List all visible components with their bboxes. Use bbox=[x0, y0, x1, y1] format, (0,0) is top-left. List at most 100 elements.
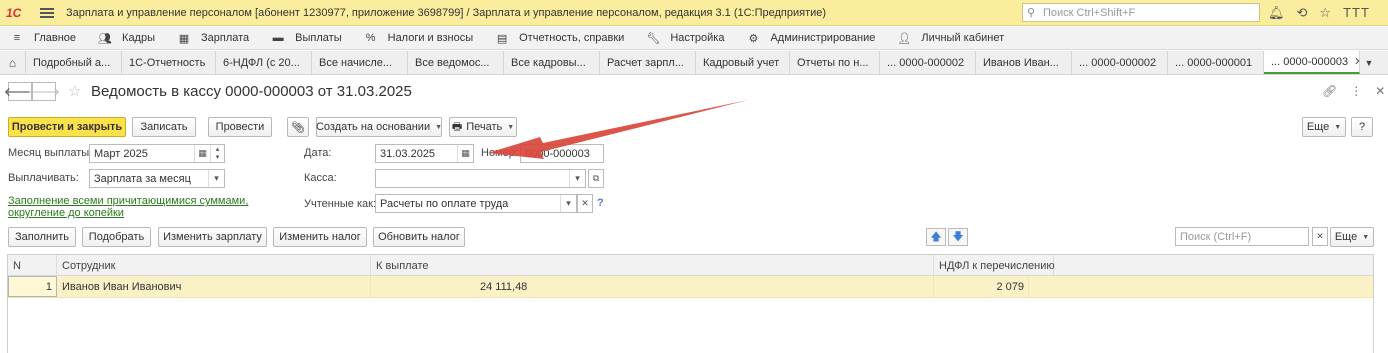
section-taxes[interactable]: % Налоги и взносы bbox=[364, 27, 473, 50]
tab-doc-000002-b[interactable]: ... 0000-000002 bbox=[1072, 51, 1168, 74]
move-down-icon[interactable]: 🡇 bbox=[948, 228, 968, 246]
tab-doc-000001[interactable]: ... 0000-000001 bbox=[1168, 51, 1264, 74]
section-reports[interactable]: ▤ Отчетность, справки bbox=[495, 27, 624, 50]
calendar-icon[interactable]: ▦ bbox=[194, 145, 210, 162]
date-field[interactable]: 31.03.2025 ▦ bbox=[375, 144, 474, 163]
more-button[interactable]: Еще ▼ bbox=[1302, 117, 1346, 137]
calendar-icon[interactable]: ▦ bbox=[457, 145, 473, 162]
more-vertical-icon[interactable]: ⋮ bbox=[1350, 84, 1362, 98]
attach-button[interactable]: 📎︎ bbox=[287, 117, 309, 137]
table-search-input[interactable]: Поиск (Ctrl+F) bbox=[1175, 227, 1309, 246]
pay-type-label: Выплачивать: bbox=[8, 172, 79, 184]
star-icon[interactable]: ☆ bbox=[1319, 5, 1331, 21]
month-field[interactable]: Март 2025 ▦ ▴ ▾ bbox=[89, 144, 225, 163]
table-more-button[interactable]: Еще ▼ bbox=[1330, 227, 1374, 247]
table-row[interactable]: 1 Иванов Иван Иванович 24 111,48 2 079 bbox=[8, 276, 1373, 298]
column-header-filler bbox=[1054, 255, 1373, 276]
tab-all-accruals[interactable]: Все начисле... bbox=[312, 51, 408, 74]
open-cash-button[interactable]: ⧉ bbox=[588, 169, 604, 188]
tab-doc-000003[interactable]: ... 0000-000003✕ bbox=[1264, 51, 1360, 74]
help-icon[interactable]: ? bbox=[597, 197, 604, 209]
bell-icon[interactable]: 🔔︎ bbox=[1268, 5, 1285, 21]
tab-6ndfl[interactable]: 6-НДФЛ (с 20... bbox=[216, 51, 312, 74]
printer-icon: 🖶 bbox=[451, 120, 463, 133]
tab-1c-reporting[interactable]: 1С-Отчетность bbox=[122, 51, 216, 74]
tab-salary-calc[interactable]: Расчет зарпл... bbox=[600, 51, 696, 74]
section-settings[interactable]: 🔧︎ Настройка bbox=[646, 27, 724, 50]
ndfl-cell[interactable]: 2 079 bbox=[934, 276, 1029, 297]
close-icon[interactable]: ✕ bbox=[1375, 84, 1385, 98]
column-header-ndfl[interactable]: НДФЛ к перечислению bbox=[934, 255, 1055, 276]
tab-ivanov[interactable]: Иванов Иван... bbox=[976, 51, 1072, 74]
fill-settings-link[interactable]: Заполнение всеми причитающимися суммами,… bbox=[8, 195, 300, 219]
column-header-employee[interactable]: Сотрудник bbox=[57, 255, 371, 276]
employee-cell[interactable]: Иванов Иван Иванович bbox=[57, 276, 371, 297]
chevron-down-icon[interactable]: ▾ bbox=[569, 170, 585, 187]
employees-table[interactable]: N Сотрудник К выплате НДФЛ к перечислени… bbox=[7, 254, 1374, 353]
chevron-down-icon[interactable]: ▾ bbox=[208, 170, 224, 187]
section-admin[interactable]: ⚙ Администрирование bbox=[746, 27, 876, 50]
main-menu-icon[interactable] bbox=[40, 7, 54, 18]
post-and-close-button[interactable]: Провести и закрыть bbox=[8, 117, 126, 137]
tab-detailed-analysis[interactable]: Подробный а... bbox=[26, 51, 122, 74]
print-button[interactable]: 🖶 Печать ▼ bbox=[449, 117, 517, 137]
column-header-n[interactable]: N bbox=[8, 255, 57, 276]
hamburger-icon: ≡ bbox=[13, 32, 21, 44]
section-payments[interactable]: ▬ Выплаты bbox=[271, 27, 342, 50]
row-number[interactable]: 1 bbox=[8, 276, 57, 297]
tab-all-statements[interactable]: Все ведомос... bbox=[408, 51, 504, 74]
user-name[interactable]: ТТТ bbox=[1343, 5, 1370, 20]
gear-icon: ⚙ bbox=[748, 32, 759, 45]
clear-icon[interactable]: ✕ bbox=[577, 194, 593, 213]
open-windows-bar: ⌂ Подробный а... 1С-Отчетность 6-НДФЛ (с… bbox=[0, 51, 1388, 75]
section-hr[interactable]: 👥︎ Кадры bbox=[98, 27, 155, 50]
post-button[interactable]: Провести bbox=[208, 117, 272, 137]
section-salary[interactable]: ▦ Зарплата bbox=[177, 27, 249, 50]
forward-button[interactable]: 🡒 bbox=[28, 82, 60, 101]
section-main[interactable]: ≡ Главное bbox=[10, 27, 76, 50]
update-tax-button[interactable]: Обновить налог bbox=[373, 227, 465, 247]
history-icon[interactable]: ⟲ bbox=[1297, 5, 1308, 21]
create-based-on-button[interactable]: Создать на основании ▼ bbox=[316, 117, 442, 137]
tab-all-hr[interactable]: Все кадровы... bbox=[504, 51, 600, 74]
percent-icon: % bbox=[365, 32, 376, 44]
chevron-down-icon[interactable]: ▼ bbox=[1360, 51, 1378, 74]
number-field[interactable]: 0000-000003 bbox=[520, 144, 604, 163]
tab-reports[interactable]: Отчеты по н... bbox=[790, 51, 880, 74]
tab-doc-000002-a[interactable]: ... 0000-000002 bbox=[880, 51, 976, 74]
link-icon[interactable]: 🔗︎ bbox=[1322, 84, 1337, 98]
calculator-icon: ▦ bbox=[178, 32, 190, 45]
chevron-down-icon[interactable]: ▾ bbox=[560, 195, 576, 212]
wallet-icon: ▬ bbox=[272, 32, 284, 44]
clear-search-icon[interactable]: ✕ bbox=[1312, 227, 1328, 246]
fill-button[interactable]: Заполнить bbox=[8, 227, 76, 247]
global-search-placeholder: Поиск Ctrl+Shift+F bbox=[1043, 6, 1136, 19]
month-stepper[interactable]: ▴ ▾ bbox=[210, 145, 224, 162]
help-button[interactable]: ? bbox=[1351, 117, 1373, 137]
accounted-as-select[interactable]: Расчеты по оплате труда ▾ bbox=[375, 194, 577, 213]
payment-cell[interactable]: 24 111,48 bbox=[371, 276, 934, 297]
person-icon: 👤︎ bbox=[897, 32, 912, 45]
section-cabinet[interactable]: 👤︎ Личный кабинет bbox=[897, 27, 1004, 50]
wrench-icon: 🔧︎ bbox=[646, 32, 661, 45]
month-label: Месяц выплаты: bbox=[8, 147, 93, 159]
pick-button[interactable]: Подобрать bbox=[82, 227, 151, 247]
global-search-input[interactable]: ⚲ Поиск Ctrl+Shift+F bbox=[1022, 3, 1260, 22]
save-button[interactable]: Записать bbox=[132, 117, 196, 137]
favorite-star-icon[interactable]: ☆ bbox=[68, 82, 81, 100]
1c-logo: 1С bbox=[6, 5, 22, 20]
tab-hr-accounting[interactable]: Кадровый учет bbox=[696, 51, 790, 74]
column-header-payment[interactable]: К выплате bbox=[371, 255, 934, 276]
change-salary-button[interactable]: Изменить зарплату bbox=[158, 227, 267, 247]
filler-cell bbox=[1029, 276, 1373, 297]
chevron-down-icon: ▼ bbox=[1362, 233, 1370, 241]
pay-type-select[interactable]: Зарплата за месяц ▾ bbox=[89, 169, 225, 188]
home-icon[interactable]: ⌂ bbox=[0, 51, 26, 74]
chevron-down-icon: ▼ bbox=[507, 123, 515, 131]
number-label: Номер: bbox=[481, 147, 518, 159]
change-tax-button[interactable]: Изменить налог bbox=[273, 227, 367, 247]
cash-select[interactable]: ▾ bbox=[375, 169, 586, 188]
move-up-icon[interactable]: 🡅 bbox=[926, 228, 946, 246]
title-bar: 1С Зарплата и управление персоналом [або… bbox=[0, 0, 1388, 26]
sections-menu: ≡ Главное 👥︎ Кадры ▦ Зарплата ▬ Выплаты % Нал… bbox=[0, 27, 1388, 50]
